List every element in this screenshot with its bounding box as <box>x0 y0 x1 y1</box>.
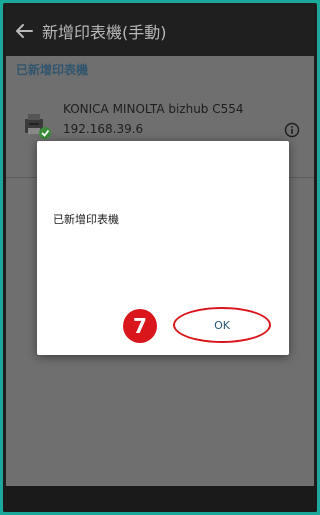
info-icon[interactable] <box>284 122 300 138</box>
device-frame: 新增印表機(手動) 已新增印表機 KONICA MINOLTA bizhub C… <box>3 3 317 512</box>
page-title: 新增印表機(手動) <box>42 23 167 42</box>
back-button[interactable] <box>8 6 40 56</box>
ok-button[interactable]: OK <box>173 307 271 343</box>
step-number-badge: 7 <box>123 309 157 343</box>
arrow-left-icon <box>16 24 33 38</box>
dialog-message: 已新增印表機 <box>53 213 119 226</box>
printer-added-icon <box>25 114 51 139</box>
printer-name: KONICA MINOLTA bizhub C554 <box>63 102 244 116</box>
section-header: 已新增印表機 <box>16 63 89 77</box>
printer-ip: 192.168.39.6 <box>63 122 144 136</box>
system-nav-bar <box>3 486 317 512</box>
confirmation-dialog: 已新增印表機 7 OK <box>37 141 289 355</box>
app-bar: 新增印表機(手動) <box>6 6 314 56</box>
